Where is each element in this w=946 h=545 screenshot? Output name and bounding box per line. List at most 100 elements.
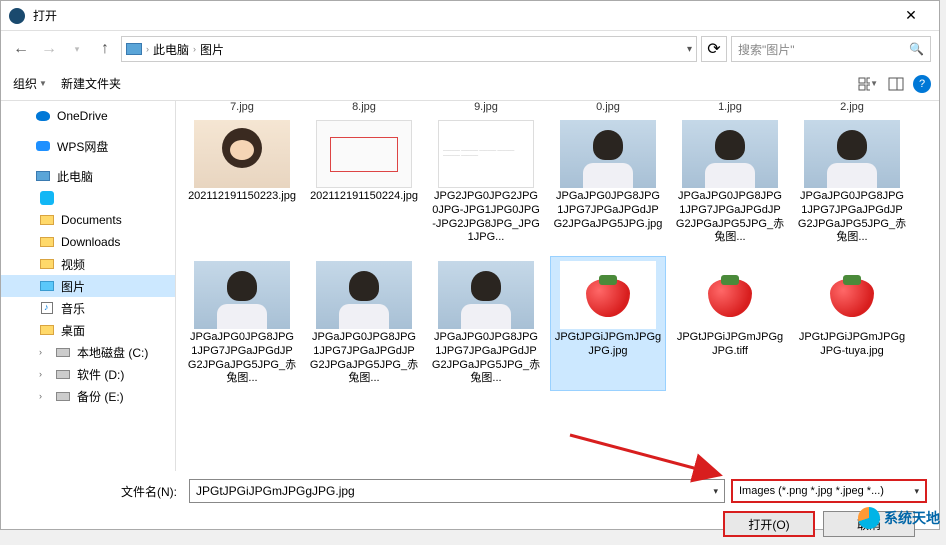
file-name-partial: 8.jpg xyxy=(306,101,422,113)
tree-label: 本地磁盘 (C:) xyxy=(77,344,148,361)
file-thumbnail xyxy=(316,120,412,188)
breadcrumb-dropdown-icon[interactable]: ▾ xyxy=(687,44,692,55)
tree-label: Documents xyxy=(61,213,122,227)
file-thumbnail xyxy=(682,261,778,329)
refresh-button[interactable]: ⟳ xyxy=(701,36,727,62)
sidebar-item-wps[interactable]: WPS网盘 xyxy=(1,135,175,157)
file-thumbnail xyxy=(804,120,900,188)
file-list[interactable]: 7.jpg8.jpg9.jpg0.jpg1.jpg2.jpg 202112191… xyxy=(176,101,939,471)
filetype-select[interactable]: Images (*.png *.jpg *.jpeg *...) ▾ xyxy=(731,479,927,503)
chevron-right-icon: › xyxy=(193,44,196,54)
file-name: JPGtJPGiJPGmJPGgJPG.tiff xyxy=(675,331,785,359)
chevron-down-icon: ▾ xyxy=(713,486,718,497)
sidebar-item-desktop[interactable]: 桌面 xyxy=(1,319,175,341)
tree-sidebar: OneDrive WPS网盘 此电脑 Documents Downloads 视… xyxy=(1,101,176,471)
sidebar-item-downloads[interactable]: Downloads xyxy=(1,231,175,253)
sidebar-item-disk-c[interactable]: › 本地磁盘 (C:) xyxy=(1,341,175,363)
tree-label: OneDrive xyxy=(57,109,108,123)
file-item[interactable]: JPGaJPG0JPG8JPG1JPG7JPGaJPGdJPG2JPGaJPG5… xyxy=(672,115,788,250)
sidebar-item-videos[interactable]: 视频 xyxy=(1,253,175,275)
new-folder-button[interactable]: 新建文件夹 xyxy=(57,73,125,94)
file-item[interactable]: 202112191150224.jpg xyxy=(306,115,422,250)
tree-label: 桌面 xyxy=(61,322,85,339)
sidebar-item-disk-d[interactable]: › 软件 (D:) xyxy=(1,363,175,385)
file-open-dialog: 打开 ✕ ← → ▾ ↑ › 此电脑 › 图片 ▾ ⟳ 搜索"图片" 🔍 组织 … xyxy=(0,0,940,530)
filename-label: 文件名(N): xyxy=(13,483,183,500)
recent-dropdown[interactable]: ▾ xyxy=(65,37,89,61)
file-thumbnail xyxy=(194,261,290,329)
file-name-partial: 1.jpg xyxy=(672,101,788,113)
tree-label: Downloads xyxy=(61,235,120,249)
tree-label: 软件 (D:) xyxy=(77,366,124,383)
filename-input[interactable]: JPGtJPGiJPGmJPGgJPG.jpg ▾ xyxy=(189,479,725,503)
open-button-label: 打开(O) xyxy=(748,516,789,533)
sidebar-item-qq[interactable] xyxy=(1,187,175,209)
search-input[interactable]: 搜索"图片" 🔍 xyxy=(731,36,931,62)
file-name: JPGaJPG0JPG8JPG1JPG7JPGaJPGdJPG2JPGaJPG5… xyxy=(675,190,785,245)
file-name: JPG2JPG0JPG2JPG0JPG-JPG1JPG0JPG-JPG2JPG8… xyxy=(431,190,541,245)
watermark-icon xyxy=(858,507,880,529)
file-thumbnail: ────── ────── ────── ────── ────── ─────… xyxy=(438,120,534,188)
file-name: JPGaJPG0JPG8JPG1JPG7JPGaJPGdJPG2JPGaJPG5… xyxy=(187,331,297,386)
tree-label: 视频 xyxy=(61,256,85,273)
open-button[interactable]: 打开(O) xyxy=(723,511,815,537)
titlebar: 打开 ✕ xyxy=(1,1,939,31)
file-thumbnail xyxy=(560,261,656,329)
chevron-right-icon: › xyxy=(39,347,49,357)
file-name: 202112191150224.jpg xyxy=(310,190,418,204)
file-item[interactable]: JPGaJPG0JPG8JPG1JPG7JPGaJPGdJPG2JPGaJPG5… xyxy=(184,256,300,391)
file-name: 202112191150223.jpg xyxy=(188,190,296,204)
file-thumbnail xyxy=(316,261,412,329)
file-item[interactable]: JPGaJPG0JPG8JPG1JPG7JPGaJPGdJPG2JPGaJPG5… xyxy=(550,115,666,250)
filetype-value: Images (*.png *.jpg *.jpeg *...) xyxy=(739,485,884,497)
organize-button[interactable]: 组织 ▼ xyxy=(9,73,51,94)
close-button[interactable]: ✕ xyxy=(891,1,931,30)
file-item[interactable]: 202112191150223.jpg xyxy=(184,115,300,250)
sidebar-item-pictures[interactable]: 图片 xyxy=(1,275,175,297)
file-name: JPGtJPGiJPGmJPGgJPG-tuya.jpg xyxy=(797,331,907,359)
file-item[interactable]: ────── ────── ────── ────── ────── ─────… xyxy=(428,115,544,250)
help-button[interactable]: ? xyxy=(913,75,931,93)
watermark-text: 系统天地 xyxy=(884,508,940,528)
file-thumbnail xyxy=(438,261,534,329)
chevron-right-icon: › xyxy=(39,369,49,379)
file-name: JPGtJPGiJPGmJPGgJPG.jpg xyxy=(553,331,663,359)
sidebar-item-music[interactable]: 音乐 xyxy=(1,297,175,319)
file-name: JPGaJPG0JPG8JPG1JPG7JPGaJPGdJPG2JPGaJPG5… xyxy=(309,331,419,386)
back-button[interactable]: ← xyxy=(9,37,33,61)
file-item[interactable]: JPGtJPGiJPGmJPGgJPG.tiff xyxy=(672,256,788,391)
file-item[interactable]: JPGtJPGiJPGmJPGgJPG-tuya.jpg xyxy=(794,256,910,391)
file-item[interactable]: JPGaJPG0JPG8JPG1JPG7JPGaJPGdJPG2JPGaJPG5… xyxy=(428,256,544,391)
file-name: JPGaJPG0JPG8JPG1JPG7JPGaJPGdJPG2JPGaJPG5… xyxy=(553,190,663,231)
view-mode-button[interactable]: ▼ xyxy=(857,73,879,95)
tree-label: 备份 (E:) xyxy=(77,388,124,405)
forward-button[interactable]: → xyxy=(37,37,61,61)
sidebar-item-disk-e[interactable]: ›备份 (E:) xyxy=(1,385,175,407)
sidebar-item-documents[interactable]: Documents xyxy=(1,209,175,231)
dialog-body: OneDrive WPS网盘 此电脑 Documents Downloads 视… xyxy=(1,101,939,471)
tree-label: 音乐 xyxy=(61,300,85,317)
breadcrumb-root[interactable]: 此电脑 xyxy=(153,41,189,58)
preview-pane-button[interactable] xyxy=(885,73,907,95)
toolbar: 组织 ▼ 新建文件夹 ▼ ? xyxy=(1,67,939,101)
breadcrumb-folder[interactable]: 图片 xyxy=(200,41,224,58)
file-item[interactable]: JPGaJPG0JPG8JPG1JPG7JPGaJPGdJPG2JPGaJPG5… xyxy=(794,115,910,250)
file-name: JPGaJPG0JPG8JPG1JPG7JPGaJPGdJPG2JPGaJPG5… xyxy=(797,190,907,245)
filename-value: JPGtJPGiJPGmJPGgJPG.jpg xyxy=(196,484,355,498)
search-icon: 🔍 xyxy=(909,42,924,56)
file-thumbnail xyxy=(194,120,290,188)
breadcrumb[interactable]: › 此电脑 › 图片 ▾ xyxy=(121,36,697,62)
chevron-down-icon: ▾ xyxy=(914,486,919,497)
file-item[interactable]: JPGtJPGiJPGmJPGgJPG.jpg xyxy=(550,256,666,391)
sidebar-item-thispc[interactable]: 此电脑 xyxy=(1,165,175,187)
file-name-partial: 9.jpg xyxy=(428,101,544,113)
sidebar-item-onedrive[interactable]: OneDrive xyxy=(1,105,175,127)
file-thumbnail xyxy=(804,261,900,329)
newfolder-label: 新建文件夹 xyxy=(61,75,121,92)
organize-label: 组织 xyxy=(13,75,37,92)
file-thumbnail xyxy=(560,120,656,188)
file-item[interactable]: JPGaJPG0JPG8JPG1JPG7JPGaJPGdJPG2JPGaJPG5… xyxy=(306,256,422,391)
file-name: JPGaJPG0JPG8JPG1JPG7JPGaJPGdJPG2JPGaJPG5… xyxy=(431,331,541,386)
up-button[interactable]: ↑ xyxy=(93,37,117,61)
watermark: 系统天地 xyxy=(858,507,940,529)
